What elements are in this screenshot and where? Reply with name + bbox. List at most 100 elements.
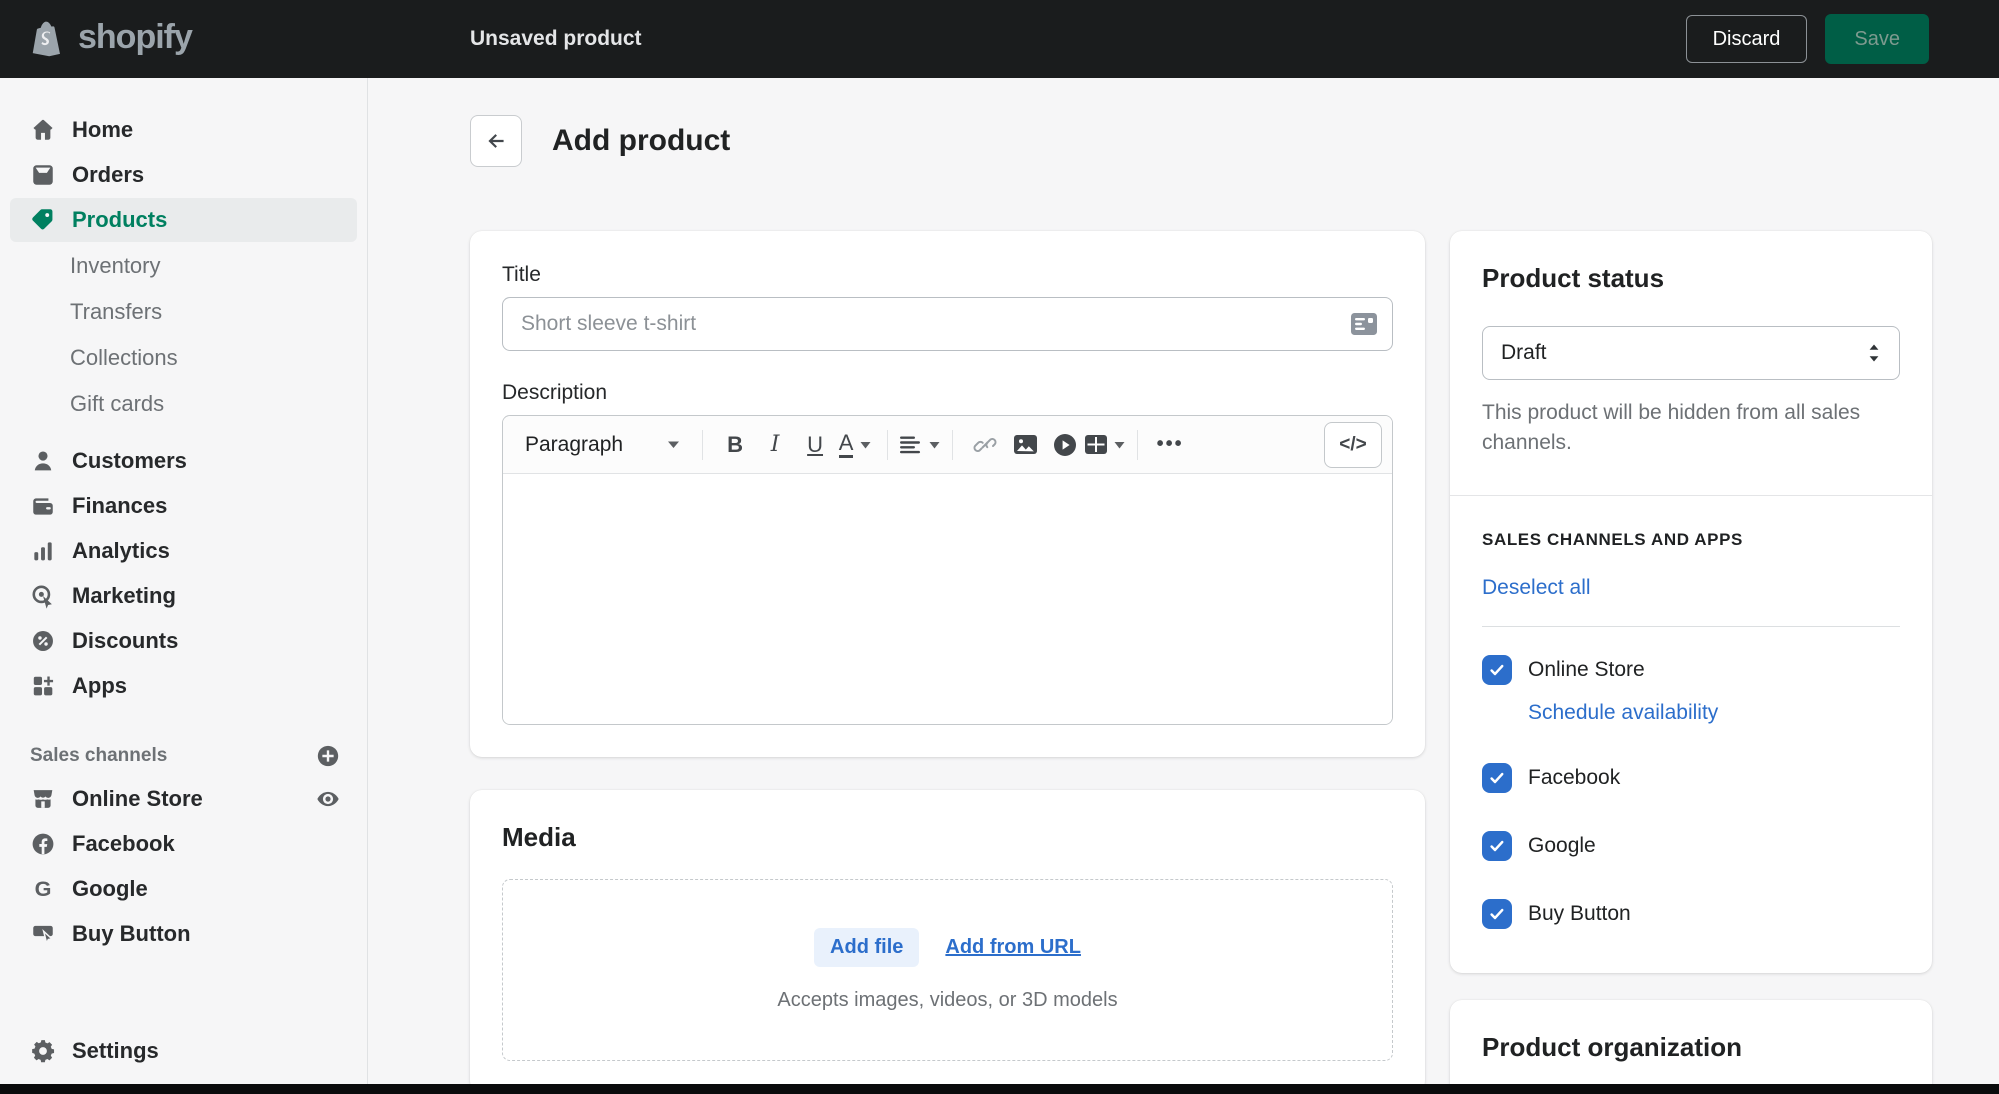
- svg-text:G: G: [35, 876, 52, 901]
- wallet-icon: [30, 493, 56, 519]
- sidebar-item-label: Home: [72, 117, 134, 142]
- sidebar-item-label: Products: [72, 207, 168, 232]
- editor-toolbar: Paragraph B I U A ••• </>: [503, 416, 1392, 474]
- sales-channels-apps-heading: SALES CHANNELS AND APPS: [1482, 529, 1743, 549]
- title-input[interactable]: [502, 297, 1393, 351]
- description-editor-area[interactable]: [503, 474, 1392, 724]
- show-html-button[interactable]: </>: [1324, 421, 1382, 468]
- insert-link-button[interactable]: [965, 425, 1005, 465]
- online-store-checkbox[interactable]: [1482, 654, 1512, 685]
- screen-bottom-edge: [0, 1084, 1999, 1094]
- orders-icon: [30, 162, 56, 188]
- toolbar-divider: [887, 429, 889, 460]
- customers-icon: [30, 448, 56, 474]
- image-icon: [1013, 435, 1037, 454]
- insert-table-button[interactable]: [1085, 425, 1125, 465]
- autofill-card-icon[interactable]: [1351, 313, 1377, 335]
- media-dropzone[interactable]: Add file Add from URL Accepts images, vi…: [502, 879, 1393, 1061]
- save-button[interactable]: Save: [1825, 14, 1929, 64]
- channel-label: Online Store: [1528, 657, 1645, 681]
- shopify-bag-icon: [28, 18, 66, 60]
- facebook-checkbox[interactable]: [1482, 762, 1512, 793]
- sidebar-item-finances[interactable]: Finances: [10, 484, 357, 528]
- add-file-button[interactable]: Add file: [814, 928, 920, 967]
- sidebar-item-google[interactable]: G Google: [10, 867, 357, 911]
- italic-button[interactable]: I: [755, 425, 795, 465]
- sidebar-item-analytics[interactable]: Analytics: [10, 529, 357, 573]
- sidebar-item-label: Online Store: [72, 786, 203, 811]
- paragraph-style-dropdown[interactable]: Paragraph: [523, 433, 690, 457]
- checkmark-icon: [1490, 664, 1504, 676]
- text-color-button[interactable]: A: [835, 425, 875, 465]
- sidebar-item-label: Discounts: [72, 628, 179, 653]
- sidebar-item-label: Apps: [72, 673, 127, 698]
- page-header: Add product: [470, 115, 1999, 167]
- sidebar-item-facebook[interactable]: Facebook: [10, 822, 357, 866]
- channel-row-google: Google: [1482, 830, 1900, 861]
- main-content: Add product Title Description: [368, 78, 1999, 1094]
- sidebar-item-orders[interactable]: Orders: [10, 153, 357, 197]
- play-icon: [1054, 433, 1077, 456]
- back-arrow-icon: [483, 128, 509, 154]
- sidebar-item-label: Buy Button: [72, 921, 191, 946]
- sidebar-item-online-store[interactable]: Online Store: [10, 777, 357, 821]
- insert-video-button[interactable]: [1045, 425, 1085, 465]
- link-icon: [973, 437, 997, 452]
- add-sales-channel-icon[interactable]: [315, 743, 341, 769]
- deselect-all-link[interactable]: Deselect all: [1482, 576, 1591, 600]
- status-helper-text: This product will be hidden from all sal…: [1482, 401, 1861, 455]
- product-status-card: Product status Draft This product will b…: [1450, 231, 1932, 973]
- description-label: Description: [502, 381, 608, 404]
- checkmark-icon: [1490, 772, 1504, 784]
- divider: [1482, 625, 1900, 627]
- media-title: Media: [502, 822, 576, 852]
- sidebar-item-settings[interactable]: Settings: [10, 1029, 357, 1073]
- sidebar-item-transfers[interactable]: Transfers: [10, 289, 357, 334]
- page-title: Add product: [552, 124, 731, 157]
- sidebar-item-marketing[interactable]: Marketing: [10, 574, 357, 618]
- table-icon: [1085, 435, 1108, 454]
- shopify-wordmark: shopify: [78, 18, 193, 56]
- sidebar-item-apps[interactable]: Apps: [10, 664, 357, 708]
- insert-image-button[interactable]: [1005, 425, 1045, 465]
- home-icon: [30, 117, 56, 143]
- topbar: shopify Unsaved product Discard Save: [0, 0, 1999, 78]
- google-checkbox[interactable]: [1482, 830, 1512, 861]
- products-tag-icon: [30, 207, 56, 233]
- back-button[interactable]: [470, 115, 522, 167]
- toolbar-divider: [1137, 429, 1139, 460]
- product-details-card: Title Description Paragraph: [470, 231, 1425, 757]
- bold-button[interactable]: B: [715, 425, 755, 465]
- sidebar-item-discounts[interactable]: Discounts: [10, 619, 357, 663]
- alignment-button[interactable]: [900, 425, 940, 465]
- checkmark-icon: [1490, 908, 1504, 920]
- sidebar-item-customers[interactable]: Customers: [10, 439, 357, 483]
- add-from-url-link[interactable]: Add from URL: [945, 936, 1081, 959]
- page-context-title: Unsaved product: [470, 27, 642, 50]
- sidebar-item-label: Customers: [72, 448, 187, 473]
- status-select[interactable]: Draft: [1482, 326, 1900, 380]
- sidebar-item-inventory[interactable]: Inventory: [10, 243, 357, 288]
- google-icon: G: [30, 876, 56, 902]
- view-store-eye-icon[interactable]: [315, 786, 341, 812]
- rich-text-editor: Paragraph B I U A ••• </>: [502, 415, 1393, 725]
- shopify-logo[interactable]: shopify: [0, 18, 368, 60]
- channel-row-facebook: Facebook: [1482, 762, 1900, 793]
- more-formatting-button[interactable]: •••: [1150, 425, 1190, 465]
- discard-button[interactable]: Discard: [1685, 15, 1808, 63]
- sidebar-item-buy-button[interactable]: Buy Button: [10, 912, 357, 956]
- sidebar-nav: Home Orders Products Inventory Transfers…: [0, 78, 368, 1094]
- sidebar-item-collections[interactable]: Collections: [10, 335, 357, 380]
- sidebar-item-gift-cards[interactable]: Gift cards: [10, 381, 357, 426]
- analytics-bars-icon: [30, 538, 56, 564]
- schedule-availability-link[interactable]: Schedule availability: [1528, 701, 1718, 725]
- underline-button[interactable]: U: [795, 425, 835, 465]
- sidebar-item-label: Google: [72, 876, 148, 901]
- marketing-target-icon: [30, 583, 56, 609]
- product-status-title: Product status: [1482, 263, 1665, 293]
- sidebar-item-home[interactable]: Home: [10, 108, 357, 152]
- buy-button-checkbox[interactable]: [1482, 898, 1512, 929]
- sidebar-item-products[interactable]: Products: [10, 198, 357, 242]
- apps-grid-icon: [30, 673, 56, 699]
- title-label: Title: [502, 263, 541, 286]
